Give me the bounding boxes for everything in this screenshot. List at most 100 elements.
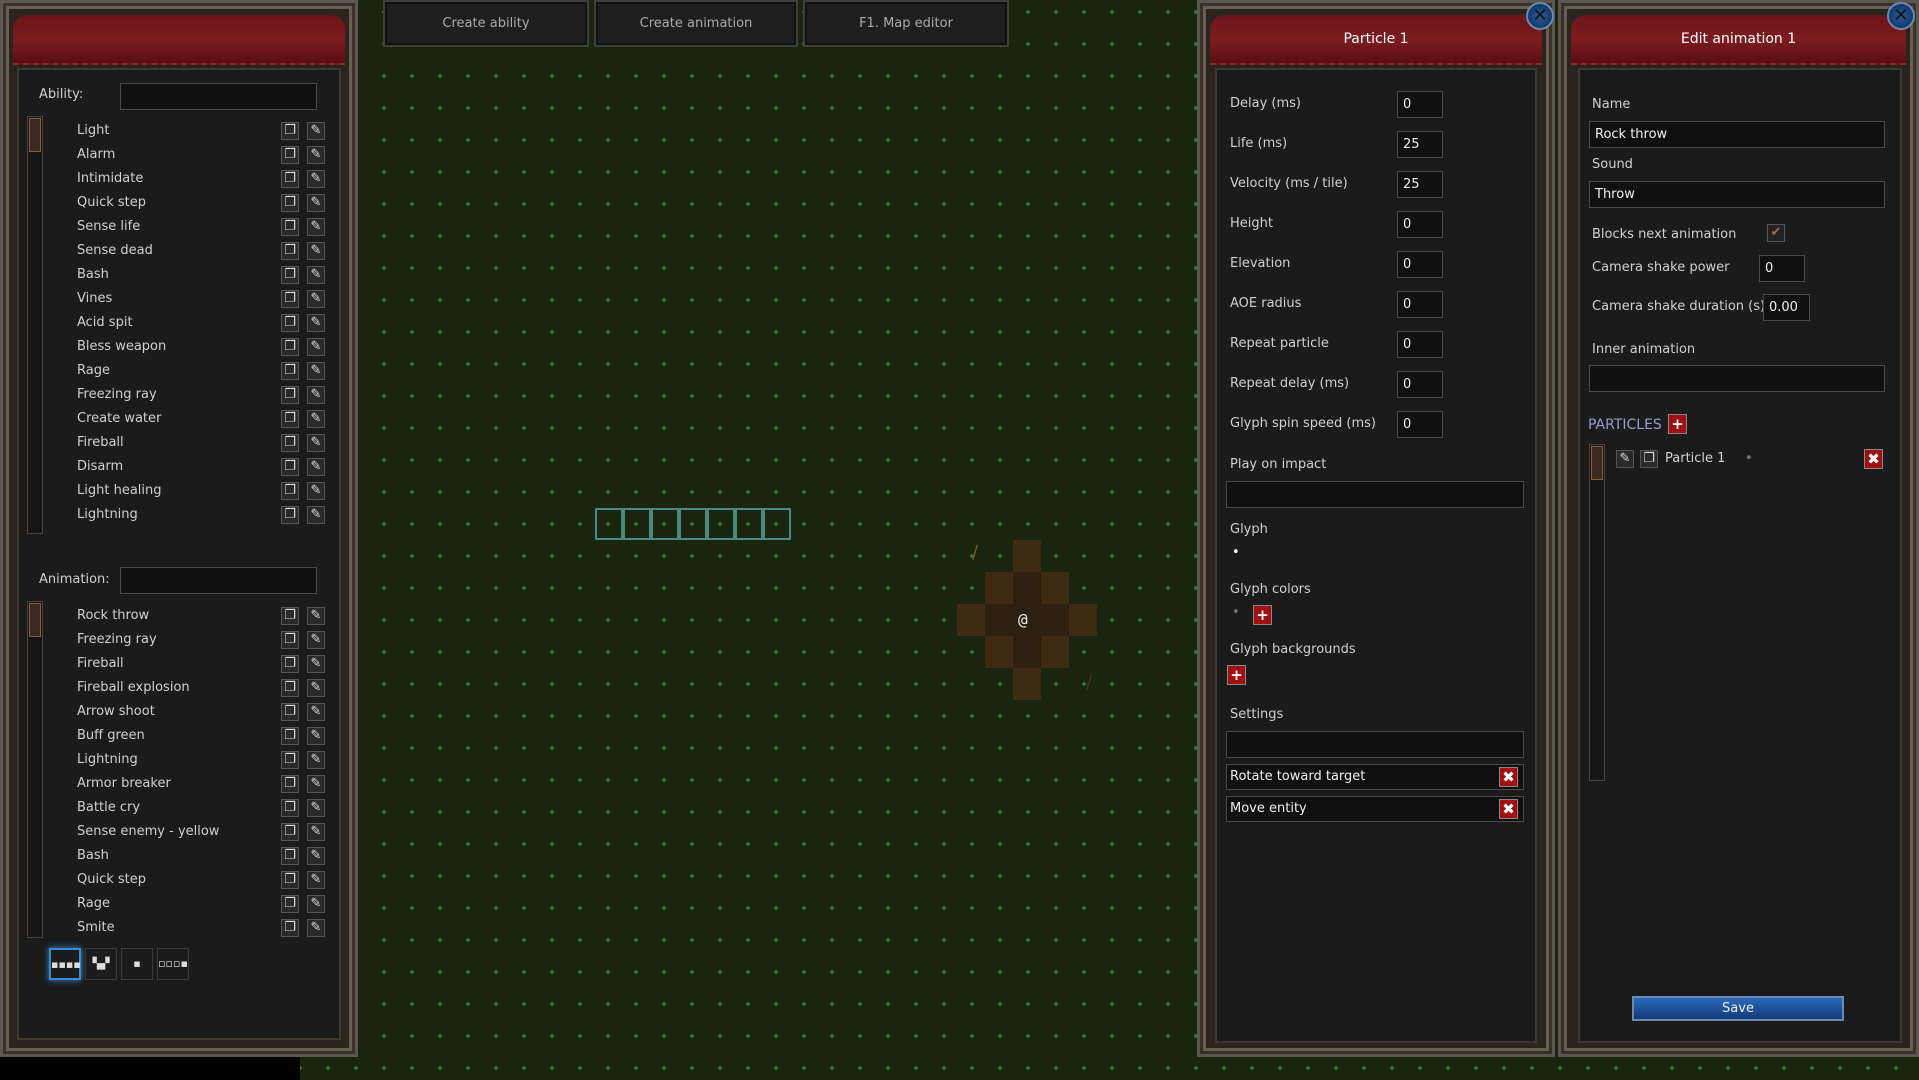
- copy-icon[interactable]: ❐: [281, 895, 299, 913]
- edit-icon[interactable]: ✎: [307, 919, 325, 937]
- copy-icon[interactable]: ❐: [281, 170, 299, 188]
- copy-icon[interactable]: ❐: [281, 679, 299, 697]
- edit-icon[interactable]: ✎: [307, 655, 325, 673]
- field-input[interactable]: 0: [1397, 371, 1443, 398]
- camera-shake-duration-input[interactable]: 0.00: [1763, 294, 1810, 321]
- edit-icon[interactable]: ✎: [307, 799, 325, 817]
- copy-icon[interactable]: ❐: [281, 218, 299, 236]
- ability-name[interactable]: Disarm: [77, 459, 123, 474]
- ability-name[interactable]: Quick step: [77, 195, 146, 210]
- edit-icon[interactable]: ✎: [307, 703, 325, 721]
- ability-name[interactable]: Light: [77, 123, 109, 138]
- edit-icon[interactable]: ✎: [307, 458, 325, 476]
- copy-icon[interactable]: ❐: [281, 775, 299, 793]
- ability-name[interactable]: Vines: [77, 291, 112, 306]
- ability-name[interactable]: Bless weapon: [77, 339, 166, 354]
- inner-animation-input[interactable]: [1589, 365, 1885, 392]
- animation-name[interactable]: Lightning: [77, 752, 138, 767]
- copy-icon[interactable]: ❐: [281, 434, 299, 452]
- glyph-value[interactable]: •: [1232, 545, 1240, 560]
- copy-icon[interactable]: ❐: [281, 242, 299, 260]
- copy-icon[interactable]: ❐: [281, 655, 299, 673]
- edit-icon[interactable]: ✎: [307, 386, 325, 404]
- name-input[interactable]: Rock throw: [1589, 121, 1885, 148]
- edit-icon[interactable]: ✎: [307, 218, 325, 236]
- copy-icon[interactable]: ❐: [281, 146, 299, 164]
- edit-icon[interactable]: ✎: [307, 775, 325, 793]
- copy-icon[interactable]: ❐: [281, 631, 299, 649]
- create-animation-button[interactable]: Create animation: [594, 0, 798, 47]
- animation-name[interactable]: Smite: [77, 920, 115, 935]
- scroll-thumb[interactable]: [1591, 446, 1603, 480]
- particle-list-scrollbar[interactable]: [1589, 444, 1605, 781]
- ability-name[interactable]: Light healing: [77, 483, 162, 498]
- ability-name[interactable]: Acid spit: [77, 315, 133, 330]
- animation-name[interactable]: Quick step: [77, 872, 146, 887]
- ability-name[interactable]: Fireball: [77, 435, 124, 450]
- copy-icon[interactable]: ❐: [281, 703, 299, 721]
- copy-icon[interactable]: ❐: [281, 410, 299, 428]
- sound-input[interactable]: Throw: [1589, 181, 1885, 208]
- edit-icon[interactable]: ✎: [307, 410, 325, 428]
- animation-name[interactable]: Rage: [77, 896, 110, 911]
- scroll-thumb[interactable]: [29, 603, 41, 637]
- copy-icon[interactable]: ❐: [1640, 450, 1658, 468]
- edit-icon[interactable]: ✎: [307, 679, 325, 697]
- edit-icon[interactable]: ✎: [307, 847, 325, 865]
- edit-icon[interactable]: ✎: [307, 362, 325, 380]
- map-editor-button[interactable]: F1. Map editor: [803, 0, 1009, 47]
- close-edit-button[interactable]: ✕: [1887, 2, 1915, 30]
- blocks-next-checkbox[interactable]: ✔: [1767, 224, 1785, 242]
- save-button[interactable]: Save: [1632, 996, 1844, 1021]
- edit-icon[interactable]: ✎: [307, 727, 325, 745]
- edit-icon[interactable]: ✎: [307, 823, 325, 841]
- ability-list-scrollbar[interactable]: [27, 116, 43, 534]
- edit-icon[interactable]: ✎: [307, 631, 325, 649]
- ability-name[interactable]: Freezing ray: [77, 387, 157, 402]
- edit-icon[interactable]: ✎: [307, 434, 325, 452]
- copy-icon[interactable]: ❐: [281, 823, 299, 841]
- copy-icon[interactable]: ❐: [281, 386, 299, 404]
- field-input[interactable]: 0: [1397, 251, 1443, 278]
- copy-icon[interactable]: ❐: [281, 266, 299, 284]
- edit-icon[interactable]: ✎: [307, 607, 325, 625]
- add-particle-button[interactable]: +: [1668, 414, 1687, 434]
- animation-name[interactable]: Fireball: [77, 656, 124, 671]
- animation-search-input[interactable]: [120, 567, 317, 594]
- edit-icon[interactable]: ✎: [307, 751, 325, 769]
- field-input[interactable]: 0: [1397, 411, 1443, 438]
- ability-search-input[interactable]: [120, 83, 317, 110]
- copy-icon[interactable]: ❐: [281, 751, 299, 769]
- animation-name[interactable]: Battle cry: [77, 800, 140, 815]
- camera-shake-power-input[interactable]: 0: [1759, 255, 1805, 282]
- ability-name[interactable]: Create water: [77, 411, 161, 426]
- single-pattern-button[interactable]: ▪: [121, 948, 153, 980]
- remove-particle-button[interactable]: ✖: [1864, 449, 1883, 469]
- animation-name[interactable]: Armor breaker: [77, 776, 171, 791]
- edit-icon[interactable]: ✎: [307, 338, 325, 356]
- remove-setting-button[interactable]: ✖: [1499, 767, 1518, 787]
- player-character[interactable]: @: [1018, 610, 1028, 629]
- copy-icon[interactable]: ❐: [281, 314, 299, 332]
- copy-icon[interactable]: ❐: [281, 727, 299, 745]
- copy-icon[interactable]: ❐: [281, 607, 299, 625]
- copy-icon[interactable]: ❐: [281, 290, 299, 308]
- copy-icon[interactable]: ❐: [281, 919, 299, 937]
- play-on-impact-input[interactable]: [1226, 481, 1524, 508]
- copy-icon[interactable]: ❐: [281, 847, 299, 865]
- edit-icon[interactable]: ✎: [307, 506, 325, 524]
- scroll-thumb[interactable]: [29, 118, 41, 152]
- edit-icon[interactable]: ✎: [307, 314, 325, 332]
- ability-name[interactable]: Sense life: [77, 219, 140, 234]
- edit-icon[interactable]: ✎: [307, 122, 325, 140]
- animation-name[interactable]: Sense enemy - yellow: [77, 824, 219, 839]
- edit-icon[interactable]: ✎: [307, 290, 325, 308]
- ability-name[interactable]: Sense dead: [77, 243, 153, 258]
- create-ability-button[interactable]: Create ability: [383, 0, 589, 47]
- field-input[interactable]: 0: [1397, 291, 1443, 318]
- copy-icon[interactable]: ❐: [281, 482, 299, 500]
- particle-name[interactable]: Particle 1: [1665, 451, 1725, 466]
- animation-name[interactable]: Buff green: [77, 728, 145, 743]
- copy-icon[interactable]: ❐: [281, 338, 299, 356]
- edit-icon[interactable]: ✎: [307, 266, 325, 284]
